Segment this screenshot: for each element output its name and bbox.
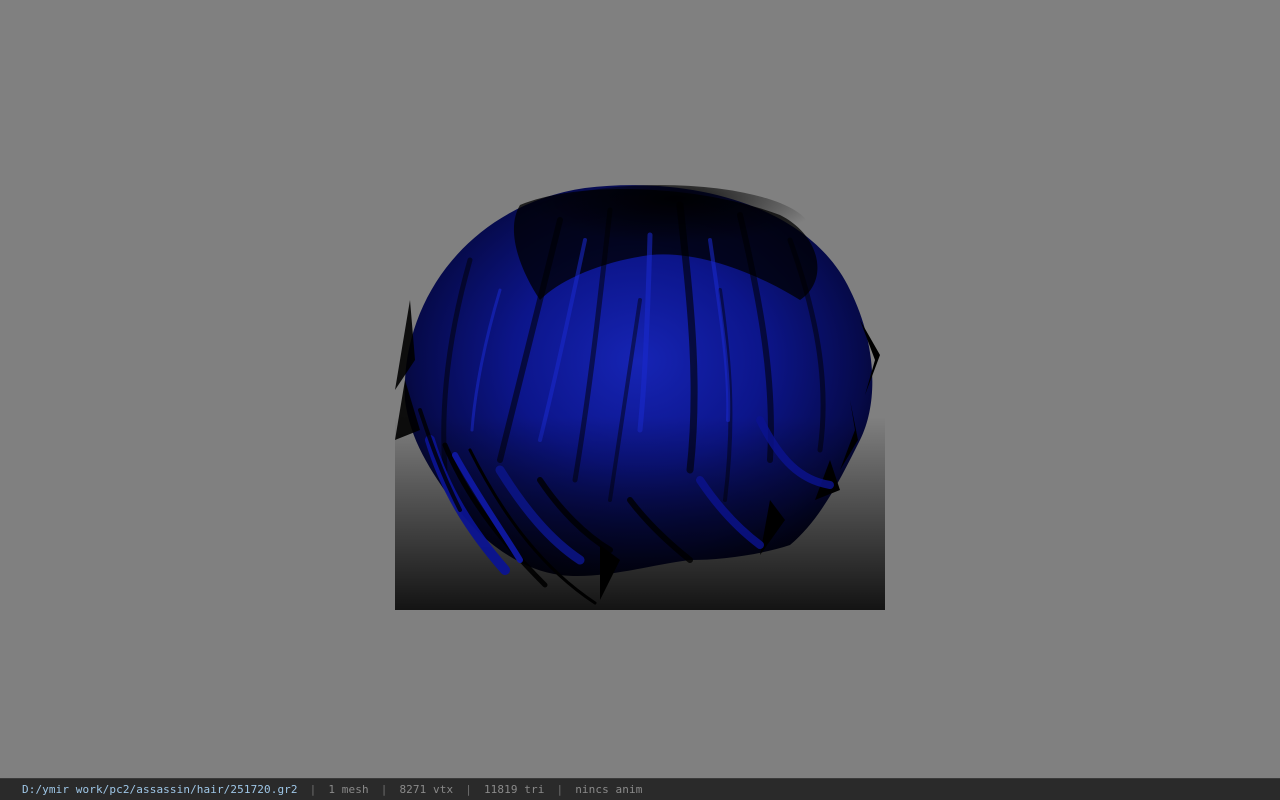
status-mesh-count: 1 mesh xyxy=(328,783,369,796)
status-triangle-count: 11819 tri xyxy=(483,783,545,796)
status-file-path: D:/ymir work/pc2/assassin/hair/251720.gr… xyxy=(22,783,298,796)
hair-model-render xyxy=(395,180,885,610)
status-separator: | xyxy=(465,783,472,796)
status-separator: | xyxy=(380,783,388,796)
status-separator: | xyxy=(309,783,317,796)
status-separator: | xyxy=(556,783,564,796)
status-anim-info: nincs anim xyxy=(575,783,643,796)
model-viewer-window: D:/ymir work/pc2/assassin/hair/251720.gr… xyxy=(0,0,1280,800)
status-vertex-count: 8271 vtx xyxy=(399,783,454,796)
status-bar: D:/ymir work/pc2/assassin/hair/251720.gr… xyxy=(0,778,1280,800)
3d-viewport[interactable] xyxy=(0,0,1280,778)
